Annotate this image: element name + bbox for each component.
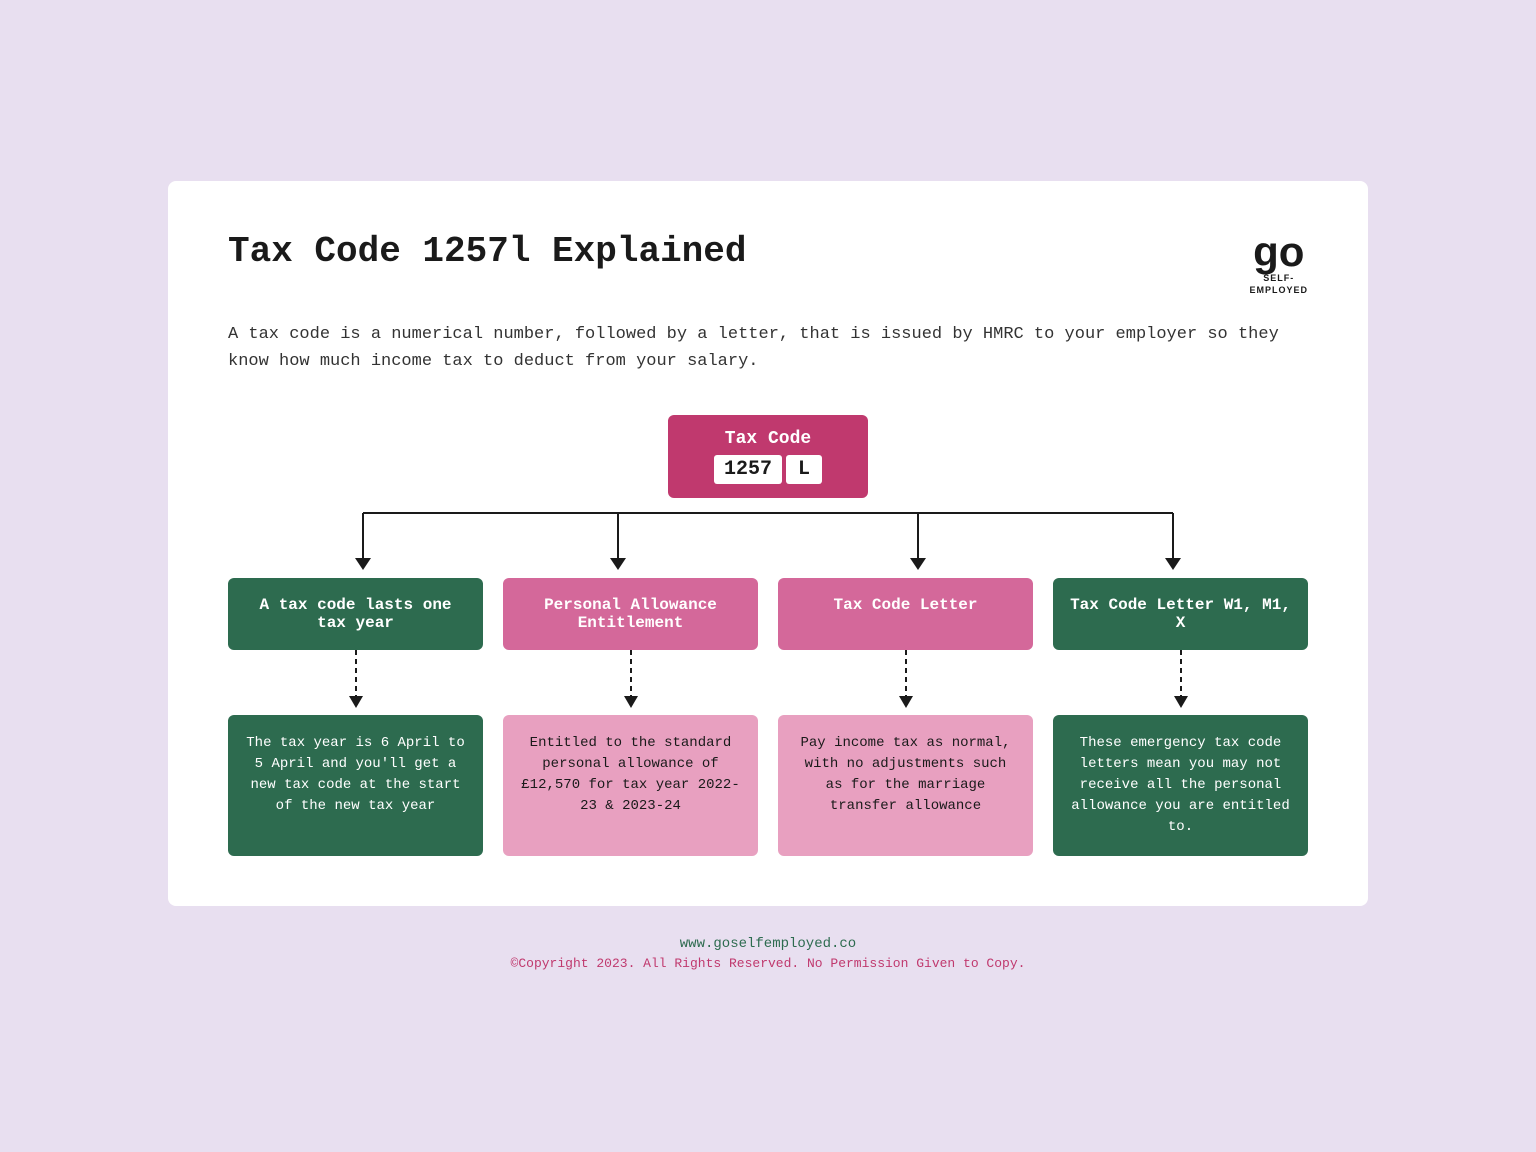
dashed-arrow-4: [1171, 650, 1191, 715]
tax-code-center-box: Tax Code 1257 L: [668, 415, 868, 498]
bottom-box-1: The tax year is 6 April to 5 April and y…: [228, 715, 483, 856]
top-arrows-svg: [228, 498, 1308, 578]
dashed-col-2: [503, 650, 758, 715]
top-box-3: Tax Code Letter: [778, 578, 1033, 650]
logo-sub-text: SELF- EMPLOYED: [1249, 273, 1308, 296]
top-box-1: A tax code lasts one tax year: [228, 578, 483, 650]
top-box-4: Tax Code Letter W1, M1, X: [1053, 578, 1308, 650]
dashed-arrow-3: [896, 650, 916, 715]
bottom-box-4: These emergency tax code letters mean yo…: [1053, 715, 1308, 856]
page-wrapper: Tax Code 1257l Explained go SELF- EMPLOY…: [168, 181, 1368, 971]
top-boxes-row: A tax code lasts one tax year Personal A…: [228, 578, 1308, 650]
bottom-box-3: Pay income tax as normal, with no adjust…: [778, 715, 1033, 856]
diagram-top: Tax Code 1257 L: [228, 415, 1308, 498]
intro-paragraph: A tax code is a numerical number, follow…: [228, 321, 1308, 375]
bottom-box-2: Entitled to the standard personal allowa…: [503, 715, 758, 856]
main-card: Tax Code 1257l Explained go SELF- EMPLOY…: [168, 181, 1368, 906]
dashed-col-4: [1053, 650, 1308, 715]
dashed-col-1: [228, 650, 483, 715]
dashed-arrows-row: [228, 650, 1308, 715]
diagram: Tax Code 1257 L: [228, 415, 1308, 856]
page-title: Tax Code 1257l Explained: [228, 231, 746, 272]
tax-code-center-label: Tax Code: [698, 429, 838, 449]
footer: www.goselfemployed.co ©Copyright 2023. A…: [168, 936, 1368, 971]
dashed-arrow-1: [346, 650, 366, 715]
dashed-arrow-2: [621, 650, 641, 715]
tax-code-number: 1257: [714, 455, 782, 484]
top-arrows-container: [228, 498, 1308, 578]
bottom-boxes-row: The tax year is 6 April to 5 April and y…: [228, 715, 1308, 856]
dashed-col-3: [778, 650, 1033, 715]
footer-website: www.goselfemployed.co: [168, 936, 1368, 952]
top-box-2: Personal Allowance Entitlement: [503, 578, 758, 650]
header-row: Tax Code 1257l Explained go SELF- EMPLOY…: [228, 231, 1308, 296]
logo-go-text: go: [1253, 231, 1304, 273]
tax-code-letter: L: [786, 455, 822, 484]
logo: go SELF- EMPLOYED: [1249, 231, 1308, 296]
tax-code-value-row: 1257 L: [698, 455, 838, 484]
footer-copyright: ©Copyright 2023. All Rights Reserved. No…: [168, 956, 1368, 971]
